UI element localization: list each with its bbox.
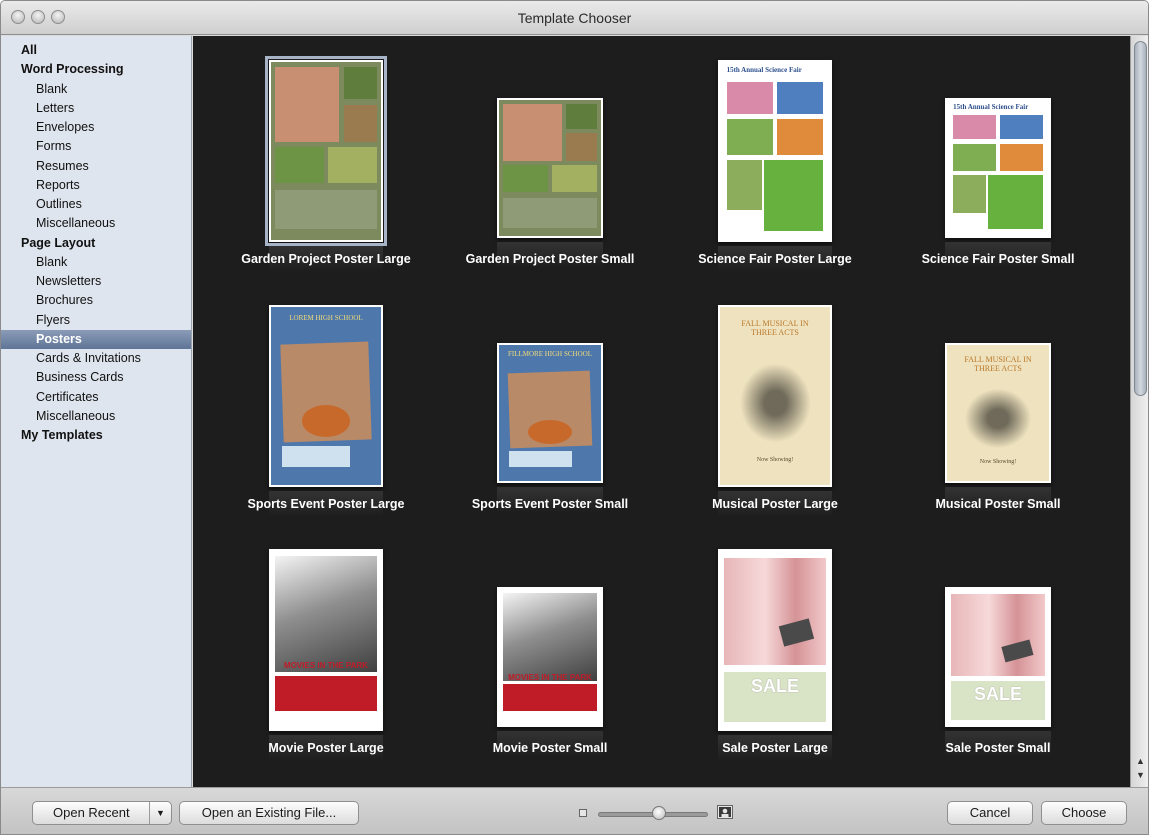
chevron-down-icon[interactable]: ▼ — [149, 802, 171, 824]
template-thumbnail[interactable]: 15th Annual Science Fair — [945, 98, 1051, 238]
template-label: Sale Poster Large — [722, 741, 828, 755]
poster-heading: 15th Annual Science Fair — [953, 102, 1029, 111]
zoom-slider-knob[interactable] — [651, 806, 666, 820]
template-label: Sale Poster Small — [945, 741, 1051, 755]
template-tile-musical-poster-large[interactable]: FALL MUSICAL IN THREE ACTS Now Showing! M… — [663, 301, 887, 545]
sidebar-item-resumes[interactable]: Resumes — [1, 157, 191, 176]
template-tile-garden-project-poster-large[interactable]: Garden Project Poster Large — [214, 56, 438, 300]
template-label: Science Fair Poster Small — [921, 252, 1075, 266]
poster-heading: LOREM HIGH SCHOOL — [289, 314, 363, 323]
poster-heading: MOVIES IN THE PARK — [284, 661, 368, 671]
template-label: Movie Poster Large — [268, 741, 384, 755]
open-recent-button[interactable]: Open Recent ▼ — [32, 801, 172, 825]
sidebar-item-reports[interactable]: Reports — [1, 176, 191, 195]
open-recent-label: Open Recent — [53, 805, 130, 820]
template-tile-movie-poster-small[interactable]: MOVIES IN THE PARK Movie Poster Small — [438, 545, 662, 787]
poster-heading: 15th Annual Science Fair — [726, 65, 802, 74]
small-thumbnail-icon[interactable] — [579, 809, 587, 817]
scrollbar-thumb[interactable] — [1134, 41, 1147, 396]
sidebar-item-blank[interactable]: Blank — [1, 80, 191, 99]
cancel-button[interactable]: Cancel — [947, 801, 1033, 825]
sidebar-item-miscellaneous[interactable]: Miscellaneous — [1, 214, 191, 233]
sidebar-item-business-cards[interactable]: Business Cards — [1, 368, 191, 387]
sidebar-item-brochures[interactable]: Brochures — [1, 291, 191, 310]
gallery-scrollbar[interactable]: ▲ ▼ — [1130, 36, 1148, 787]
template-label: Sports Event Poster Large — [247, 497, 405, 511]
template-tile-sports-event-poster-large[interactable]: LOREM HIGH SCHOOL Sports Event Poster La… — [214, 301, 438, 545]
template-thumbnail[interactable]: SALE — [945, 587, 1051, 727]
poster-heading: MOVIES IN THE PARK — [508, 673, 592, 683]
template-label: Musical Poster Large — [712, 497, 838, 511]
poster-footer: Now Showing! — [756, 456, 794, 463]
sidebar-item-cards-invitations[interactable]: Cards & Invitations — [1, 349, 191, 368]
sidebar-item-all[interactable]: All — [1, 41, 191, 60]
template-thumbnail[interactable] — [497, 98, 603, 238]
template-label: Musical Poster Small — [935, 497, 1061, 511]
sidebar-item-miscellaneous[interactable]: Miscellaneous — [1, 407, 191, 426]
large-thumbnail-icon[interactable] — [717, 805, 733, 819]
sidebar-item-page-layout[interactable]: Page Layout — [1, 234, 191, 253]
sidebar-item-word-processing[interactable]: Word Processing — [1, 60, 191, 79]
sidebar-item-forms[interactable]: Forms — [1, 137, 191, 156]
template-tile-sale-poster-small[interactable]: SALE Sale Poster Small — [886, 545, 1110, 787]
open-existing-file-button[interactable]: Open an Existing File... — [179, 801, 359, 825]
poster-heading: FALL MUSICAL IN THREE ACTS — [741, 319, 809, 338]
poster-heading: SALE — [750, 675, 799, 696]
poster-heading: SALE — [973, 684, 1022, 705]
template-tile-movie-poster-large[interactable]: MOVIES IN THE PARK Movie Poster Large — [214, 545, 438, 787]
template-thumbnail[interactable]: FALL MUSICAL IN THREE ACTS Now Showing! — [945, 343, 1051, 483]
template-chooser-window: Template Chooser All Word Processing Blank… — [0, 0, 1149, 835]
sidebar-item-letters[interactable]: Letters — [1, 99, 191, 118]
template-thumbnail[interactable]: 15th Annual Science Fair — [718, 60, 832, 242]
poster-footer: Now Showing! — [979, 459, 1017, 466]
template-tile-garden-project-poster-small[interactable]: Garden Project Poster Small — [438, 56, 662, 300]
scroll-down-arrow-icon[interactable]: ▼ — [1136, 770, 1145, 780]
sidebar-item-outlines[interactable]: Outlines — [1, 195, 191, 214]
category-sidebar: All Word Processing Blank Letters Envelopes F… — [1, 36, 192, 787]
template-label: Garden Project Poster Small — [465, 252, 635, 266]
template-gallery: Garden Project Poster Large Garden Proje… — [193, 36, 1130, 787]
template-thumbnail[interactable]: MOVIES IN THE PARK — [497, 587, 603, 727]
template-thumbnail[interactable]: SALE — [718, 549, 832, 731]
template-label: Movie Poster Small — [492, 741, 608, 755]
sidebar-item-certificates[interactable]: Certificates — [1, 388, 191, 407]
template-label: Garden Project Poster Large — [241, 252, 411, 266]
template-tile-sports-event-poster-small[interactable]: FILLMORE HIGH SCHOOL Sports Event Poster… — [438, 301, 662, 545]
choose-button[interactable]: Choose — [1041, 801, 1127, 825]
template-tile-science-fair-poster-large[interactable]: 15th Annual Science Fair Science Fair Po… — [663, 56, 887, 300]
template-thumbnail[interactable] — [265, 56, 387, 246]
template-thumbnail[interactable]: FALL MUSICAL IN THREE ACTS Now Showing! — [718, 305, 832, 487]
template-thumbnail[interactable]: LOREM HIGH SCHOOL — [269, 305, 383, 487]
poster-heading: FILLMORE HIGH SCHOOL — [507, 350, 592, 359]
template-tile-science-fair-poster-small[interactable]: 15th Annual Science Fair Science Fair Po… — [886, 56, 1110, 300]
sidebar-item-my-templates[interactable]: My Templates — [1, 426, 191, 445]
sidebar-item-flyers[interactable]: Flyers — [1, 311, 191, 330]
sidebar-item-newsletters[interactable]: Newsletters — [1, 272, 191, 291]
sidebar-item-blank[interactable]: Blank — [1, 253, 191, 272]
template-label: Science Fair Poster Large — [698, 252, 852, 266]
scroll-up-arrow-icon[interactable]: ▲ — [1136, 756, 1145, 766]
template-tile-sale-poster-large[interactable]: SALE Sale Poster Large — [663, 545, 887, 787]
window-title: Template Chooser — [517, 10, 632, 26]
template-label: Sports Event Poster Small — [471, 497, 629, 511]
template-thumbnail[interactable]: FILLMORE HIGH SCHOOL — [497, 343, 603, 483]
sidebar-item-envelopes[interactable]: Envelopes — [1, 118, 191, 137]
title-bar[interactable]: Template Chooser — [1, 1, 1148, 35]
template-tile-musical-poster-small[interactable]: FALL MUSICAL IN THREE ACTS Now Showing! M… — [886, 301, 1110, 545]
sidebar-item-posters[interactable]: Posters — [1, 329, 191, 349]
template-thumbnail[interactable]: MOVIES IN THE PARK — [269, 549, 383, 731]
bottom-toolbar: Open Recent ▼ Open an Existing File... C… — [1, 787, 1148, 834]
poster-heading: FALL MUSICAL IN THREE ACTS — [964, 354, 1032, 373]
